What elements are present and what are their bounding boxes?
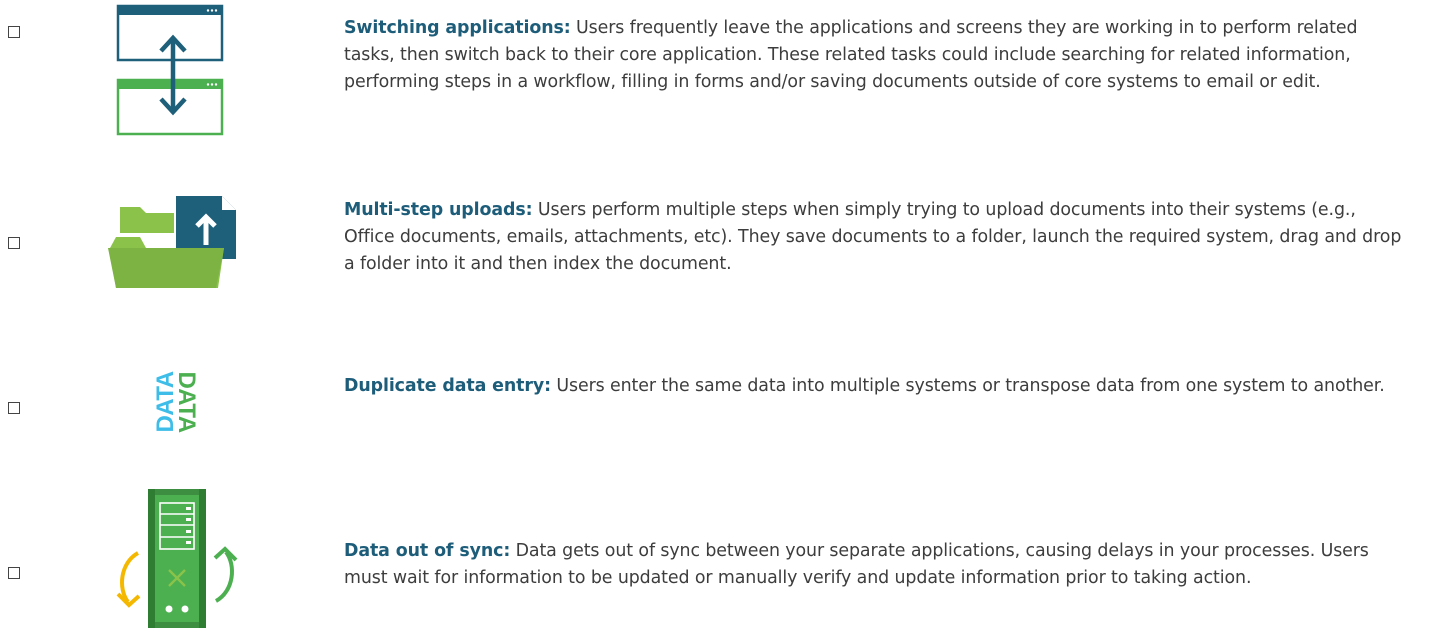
item-text: Switching applications: Users frequently… (344, 15, 1404, 96)
item-checkbox[interactable] (8, 237, 20, 249)
switching-windows-icon (116, 4, 226, 140)
item-text: Data out of sync: Data gets out of sync … (344, 538, 1404, 592)
item-checkbox[interactable] (8, 402, 20, 414)
item-checkbox[interactable] (8, 567, 20, 579)
server-sync-icon (108, 489, 244, 632)
duplicate-data-icon: DATA DATA (146, 368, 200, 438)
item-checkbox[interactable] (8, 26, 20, 38)
item-title: Switching applications: (344, 18, 571, 38)
item-title: Data out of sync: (344, 541, 511, 561)
item-text: Duplicate data entry: Users enter the sa… (344, 373, 1404, 400)
item-title: Multi-step uploads: (344, 200, 533, 220)
folder-upload-icon (106, 193, 238, 295)
item-text: Multi-step uploads: Users perform multip… (344, 197, 1404, 278)
data-label-green: DATA (173, 371, 200, 433)
item-title: Duplicate data entry: (344, 376, 551, 396)
item-body: Users enter the same data into multiple … (556, 376, 1385, 396)
